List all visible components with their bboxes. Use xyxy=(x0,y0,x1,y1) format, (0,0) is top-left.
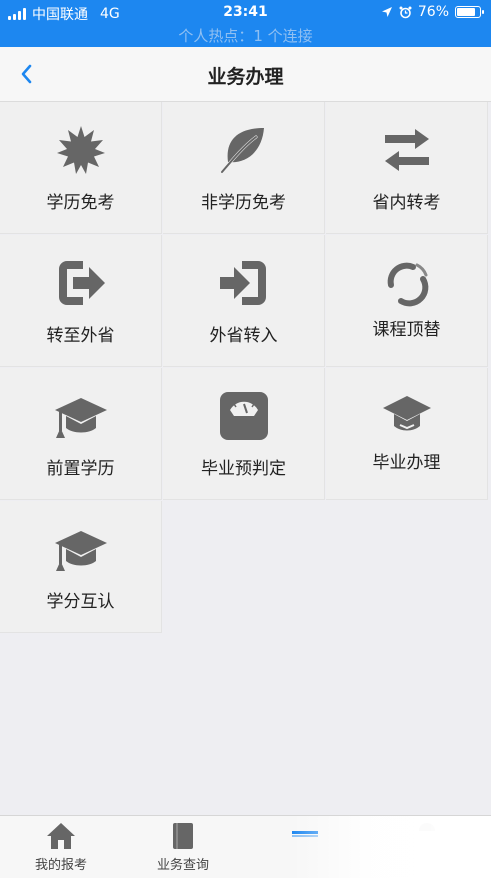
leaf-icon xyxy=(220,128,264,174)
refresh-circle-icon xyxy=(387,262,428,307)
service-tile[interactable]: 非学历免考 xyxy=(163,102,325,234)
tab-my-exams[interactable]: 我的报考 xyxy=(0,816,122,878)
service-tile[interactable]: 外省转入 xyxy=(163,235,325,367)
alarm-icon xyxy=(399,6,412,18)
service-label: 非学历免考 xyxy=(201,193,286,213)
service-label: 学历免考 xyxy=(46,193,115,213)
tab-label: 我的报考 xyxy=(34,858,87,873)
tab-business-query[interactable]: 业务查询 xyxy=(122,816,244,878)
service-label: 外省转入 xyxy=(209,326,278,346)
service-tile[interactable]: 转至外省 xyxy=(0,235,162,367)
tab-bar-fade xyxy=(291,816,491,878)
swap-arrows-icon xyxy=(384,129,429,171)
service-label: 学分互认 xyxy=(46,592,115,612)
tab-label: 业务查询 xyxy=(156,858,209,873)
exit-icon xyxy=(58,261,105,305)
service-tile[interactable]: 毕业办理 xyxy=(326,368,488,500)
service-tile[interactable]: 课程顶替 xyxy=(326,235,488,367)
service-tile[interactable]: 前置学历 xyxy=(0,368,162,500)
nav-bar: 业务办理 xyxy=(0,47,491,102)
status-bar: 中国联通 4G 23:41 76% 个人热点：1 个连接 xyxy=(0,0,491,47)
service-label: 前置学历 xyxy=(46,459,115,479)
graduation-cap-icon xyxy=(54,531,107,571)
service-tile[interactable]: 学分互认 xyxy=(0,501,162,633)
graduation-cap-icon xyxy=(382,396,431,431)
service-tile[interactable]: 省内转考 xyxy=(326,102,488,234)
service-label: 转至外省 xyxy=(46,326,115,346)
page-title: 业务办理 xyxy=(207,66,284,88)
service-tile[interactable]: 毕业预判定 xyxy=(163,368,325,500)
battery-percent: 76% xyxy=(417,4,449,20)
service-label: 毕业办理 xyxy=(372,453,441,473)
service-label: 课程顶替 xyxy=(372,320,441,340)
service-tile[interactable]: 学历免考 xyxy=(0,102,162,234)
hotspot-banner[interactable]: 个人热点：1 个连接 xyxy=(0,25,491,46)
service-label: 省内转考 xyxy=(372,193,441,213)
enter-icon xyxy=(219,261,266,305)
home-icon xyxy=(47,823,75,849)
scale-icon xyxy=(219,392,268,440)
tab-bar: 我的报考 业务查询 xyxy=(0,815,491,878)
graduation-cap-icon xyxy=(54,398,107,438)
service-label: 毕业预判定 xyxy=(201,459,286,479)
location-icon xyxy=(381,7,392,17)
book-icon xyxy=(173,823,193,849)
battery-icon xyxy=(455,6,484,18)
starburst-icon xyxy=(56,126,105,174)
